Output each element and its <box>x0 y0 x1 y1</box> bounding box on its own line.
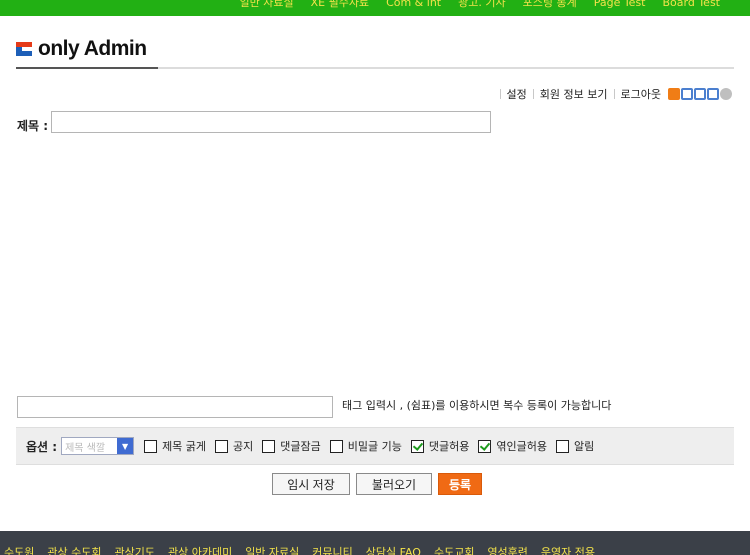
top-nav-item[interactable]: Com & int <box>386 0 441 8</box>
checkbox-label: 댓글잠금 <box>280 440 321 453</box>
top-nav-item[interactable]: XE 필수자료 <box>311 0 369 8</box>
checkbox-label: 제목 굵게 <box>162 440 207 453</box>
footer-nav-item[interactable]: 관상 수도회 <box>47 544 101 555</box>
editor-page: 일반 자료실 XE 필수자료 Com & int 광고. 기사 포스팅 통계 P… <box>0 0 750 555</box>
checkbox-box[interactable] <box>555 439 569 453</box>
checkbox-box[interactable] <box>410 439 424 453</box>
site-logo[interactable]: only Admin <box>16 37 147 61</box>
list-view-icon[interactable] <box>681 88 693 100</box>
checkbox-box[interactable] <box>478 439 492 453</box>
grid-view-icon[interactable] <box>707 88 719 100</box>
checkbox-notice[interactable]: 공지 <box>215 438 253 454</box>
footer-nav-item[interactable]: 수도교회 <box>434 544 474 555</box>
top-nav-item[interactable]: 광고. 기사 <box>458 0 505 8</box>
divider <box>499 89 501 99</box>
footer-nav-item[interactable]: 일반 자료실 <box>245 544 299 555</box>
top-nav-item[interactable]: Board Test <box>663 0 721 8</box>
checkbox-bold-title[interactable]: 제목 굵게 <box>144 438 206 454</box>
member-info-link[interactable]: 회원 정보 보기 <box>540 86 608 102</box>
checkbox-box[interactable] <box>329 439 343 453</box>
load-button[interactable]: 불러오기 <box>356 473 432 495</box>
title-color-select[interactable]: 제목 색깔 ▼ <box>61 437 135 455</box>
tag-help-text: 태그 입력시 , (쉼표)를 이용하시면 복수 등록이 가능합니다 <box>342 399 612 412</box>
temp-save-button[interactable]: 임시 저장 <box>272 473 350 495</box>
title-label: 제목 : <box>17 119 49 133</box>
logout-link[interactable]: 로그아웃 <box>621 86 661 102</box>
settings-link[interactable]: 설정 <box>507 86 527 102</box>
options-label: 옵션 : <box>26 439 58 454</box>
form-buttons: 임시 저장 불러오기 등록 <box>272 473 488 495</box>
logo-text: only Admin <box>38 37 147 60</box>
footer-nav-item[interactable]: 영성훈련 <box>487 544 527 555</box>
submit-button[interactable]: 등록 <box>438 473 482 495</box>
footer-nav-item[interactable]: 관상기도 <box>114 544 154 555</box>
top-nav: 일반 자료실 XE 필수자료 Com & int 광고. 기사 포스팅 통계 P… <box>0 0 750 16</box>
header-divider <box>16 67 158 69</box>
footer-nav-item[interactable]: 커뮤니티 <box>312 544 352 555</box>
checkbox-box[interactable] <box>144 439 158 453</box>
text-mode-icon[interactable] <box>668 88 680 100</box>
footer-nav-item[interactable]: 상담실 FAQ <box>366 544 421 555</box>
footer-nav: 수도원 관상 수도회 관상기도 관상 아카데미 일반 자료실 커뮤니티 상담실 … <box>0 531 750 555</box>
header-divider <box>158 67 734 69</box>
footer-nav-item[interactable]: 관상 아카데미 <box>168 544 232 555</box>
checkbox-label: 비밀글 기능 <box>347 440 402 453</box>
footer-nav-item[interactable]: 운영자 전용 <box>541 544 595 555</box>
divider <box>613 89 615 99</box>
checkbox-allow-comments[interactable]: 댓글허용 <box>410 438 470 454</box>
divider <box>532 89 534 99</box>
account-links: 설정 회원 정보 보기 로그아웃 <box>494 86 732 102</box>
checkbox-secret[interactable]: 비밀글 기능 <box>329 438 402 454</box>
checkbox-label: 공지 <box>233 440 254 453</box>
checkbox-lock-comments[interactable]: 댓글잠금 <box>262 438 321 454</box>
close-icon[interactable] <box>720 88 732 100</box>
checkbox-label: 댓글허용 <box>428 440 470 453</box>
top-nav-item[interactable]: 포스팅 통계 <box>523 0 577 8</box>
options-bar: 옵션 : 제목 색깔 ▼ 제목 굵게 공지 댓글잠금 비밀글 기능 댓글허용 엮… <box>16 427 734 465</box>
checkbox-box[interactable] <box>262 439 276 453</box>
checkbox-label: 엮인글허용 <box>496 440 547 453</box>
top-nav-item[interactable]: Page Test <box>594 0 646 8</box>
select-value: 제목 색깔 <box>65 442 106 454</box>
footer-nav-item[interactable]: 수도원 <box>4 544 34 555</box>
checkbox-box[interactable] <box>215 439 229 453</box>
top-nav-item[interactable]: 일반 자료실 <box>239 0 293 8</box>
tag-input[interactable] <box>17 396 333 418</box>
table-view-icon[interactable] <box>694 88 706 100</box>
view-mode-icons <box>667 88 732 100</box>
chevron-down-icon[interactable]: ▼ <box>117 438 134 454</box>
logo-mark-icon <box>16 42 32 56</box>
title-input[interactable] <box>51 111 491 133</box>
checkbox-notify[interactable]: 알림 <box>555 438 595 454</box>
checkbox-allow-trackback[interactable]: 엮인글허용 <box>478 438 547 454</box>
checkbox-label: 알림 <box>573 440 595 453</box>
